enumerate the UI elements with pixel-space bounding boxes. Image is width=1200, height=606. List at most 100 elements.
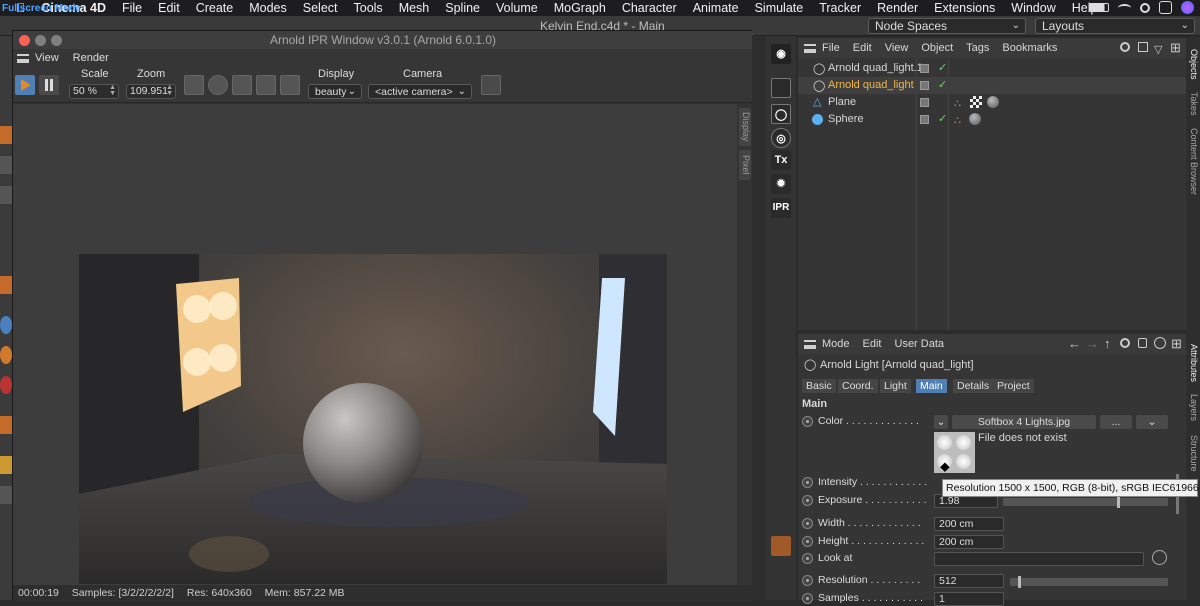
attr-menu-user-data[interactable]: User Data — [895, 338, 945, 350]
enabled-check-icon[interactable]: ✓ — [938, 77, 947, 94]
slider-handle[interactable] — [1117, 496, 1120, 508]
tool-icon[interactable] — [0, 316, 12, 334]
forward-arrow-icon[interactable]: → — [1086, 336, 1099, 351]
animate-dot-icon[interactable] — [802, 518, 813, 529]
look-at-link-field[interactable] — [934, 552, 1144, 566]
tab-main[interactable]: Main — [916, 379, 947, 393]
tab-content-browser[interactable]: Content Browser — [1187, 122, 1199, 202]
sky-globe-icon[interactable]: ◎ — [771, 128, 791, 148]
menu-tools[interactable]: Tools — [346, 1, 391, 15]
tool-icon[interactable] — [0, 186, 12, 204]
width-field[interactable]: 200 cm — [934, 517, 1004, 531]
animate-dot-icon[interactable] — [802, 593, 813, 604]
tool-icon[interactable] — [0, 376, 12, 394]
eraser-icon[interactable] — [280, 75, 300, 95]
resolution-field[interactable]: 512 — [934, 574, 1004, 588]
render-viewport[interactable] — [13, 104, 737, 585]
light-bulb-icon[interactable]: ◯ — [771, 104, 791, 124]
om-menu-bookmarks[interactable]: Bookmarks — [1002, 42, 1057, 54]
layer-box-icon[interactable] — [920, 115, 929, 124]
material-tag-icon[interactable] — [968, 112, 982, 126]
object-row[interactable]: ◯ Arnold quad_light ✓ — [798, 77, 1186, 94]
menu-create[interactable]: Create — [188, 1, 242, 15]
close-window-button[interactable] — [19, 35, 30, 46]
tab-structure[interactable]: Structure — [1187, 428, 1199, 478]
tab-coord[interactable]: Coord. — [838, 379, 878, 393]
wifi-icon[interactable] — [1118, 3, 1131, 12]
color-expand-button[interactable]: ⌄ — [934, 415, 948, 429]
gear-icon[interactable]: ✹ — [771, 174, 791, 194]
menu-modes[interactable]: Modes — [241, 1, 295, 15]
home-icon[interactable] — [1138, 42, 1148, 52]
enabled-check-icon[interactable]: ✓ — [938, 111, 947, 128]
add-icon[interactable]: ⊞ — [1170, 40, 1181, 56]
tool-icon[interactable] — [0, 416, 12, 434]
render-icon[interactable] — [771, 78, 791, 98]
up-arrow-icon[interactable]: ↑ — [1104, 336, 1111, 351]
hamburger-menu-icon[interactable] — [804, 44, 816, 53]
tab-display[interactable]: Display — [739, 108, 751, 146]
texture-options-button[interactable]: ⌄ — [1136, 415, 1168, 429]
battery-icon[interactable] — [1089, 3, 1109, 12]
tab-objects[interactable]: Objects — [1187, 42, 1199, 86]
camera-icon[interactable]: ◉ — [771, 44, 791, 64]
texture-file-button[interactable]: Softbox 4 Lights.jpg — [952, 415, 1096, 429]
checker-tag-icon[interactable] — [970, 96, 982, 108]
target-icon[interactable] — [1154, 337, 1166, 349]
tool-icon[interactable] — [0, 156, 12, 174]
zoom-field[interactable]: 109.951 ▲ ▼ — [126, 84, 176, 99]
tool-icon[interactable] — [0, 456, 12, 474]
om-menu-file[interactable]: File — [822, 42, 840, 54]
siri-icon[interactable] — [1181, 1, 1194, 14]
tool-icon[interactable] — [0, 486, 12, 504]
enabled-check-icon[interactable]: ✓ — [938, 60, 947, 77]
tab-details[interactable]: Details — [953, 379, 994, 393]
zoom-window-button[interactable] — [51, 35, 62, 46]
camera-dropdown[interactable]: <active camera> ⌄ — [368, 84, 472, 99]
tool-icon[interactable] — [0, 346, 12, 364]
display-dropdown[interactable]: beauty ⌄ — [308, 84, 362, 99]
menu-simulate[interactable]: Simulate — [747, 1, 812, 15]
hamburger-menu-icon[interactable] — [17, 54, 29, 63]
tab-light[interactable]: Light — [880, 379, 911, 393]
tab-pixel[interactable]: Pixel — [739, 150, 751, 180]
layer-box-icon[interactable] — [920, 64, 929, 73]
tab-layers[interactable]: Layers — [1187, 392, 1199, 424]
object-row[interactable]: ◯ Arnold quad_light.1 ✓ — [798, 60, 1186, 77]
stepper-arrows-icon[interactable]: ▲ ▼ — [166, 84, 173, 97]
hierarchy-icon[interactable] — [232, 75, 252, 95]
pause-render-button[interactable] — [39, 75, 59, 95]
display-region-icon[interactable] — [184, 75, 204, 95]
tab-takes[interactable]: Takes — [1187, 88, 1199, 120]
layouts-dropdown[interactable]: Layouts ⌄ — [1035, 18, 1195, 34]
resolution-slider[interactable] — [1010, 576, 1168, 588]
minimize-window-button[interactable] — [35, 35, 46, 46]
animate-dot-icon[interactable] — [802, 553, 813, 564]
om-menu-object[interactable]: Object — [921, 42, 953, 54]
phong-tag-icon[interactable]: ∴ — [954, 113, 961, 130]
om-menu-edit[interactable]: Edit — [853, 42, 872, 54]
play-render-button[interactable] — [15, 75, 35, 95]
menu-volume[interactable]: Volume — [488, 1, 546, 15]
film-icon[interactable] — [771, 536, 791, 556]
spotlight-search-icon[interactable] — [1140, 2, 1150, 13]
animate-dot-icon[interactable] — [802, 575, 813, 586]
layer-box-icon[interactable] — [920, 98, 929, 107]
animate-dot-icon[interactable] — [802, 416, 813, 427]
stepper-arrows-icon[interactable]: ▲ ▼ — [109, 84, 116, 97]
menu-mesh[interactable]: Mesh — [391, 1, 438, 15]
menu-extensions[interactable]: Extensions — [926, 1, 1003, 15]
animate-dot-icon[interactable] — [802, 536, 813, 547]
pick-target-icon[interactable] — [1152, 550, 1167, 565]
back-arrow-icon[interactable]: ← — [1068, 336, 1081, 351]
slider-handle[interactable] — [1018, 576, 1021, 588]
ipr-menu-render[interactable]: Render — [73, 52, 109, 64]
ipr-button[interactable]: IPR — [771, 198, 791, 218]
object-row[interactable]: △ Plane ∴ — [798, 94, 1186, 111]
search-icon[interactable] — [1120, 338, 1130, 348]
attr-menu-mode[interactable]: Mode — [822, 338, 850, 350]
hamburger-menu-icon[interactable] — [804, 340, 816, 349]
tab-basic[interactable]: Basic — [802, 379, 836, 393]
ipr-menu-view[interactable]: View — [35, 52, 59, 64]
attr-menu-edit[interactable]: Edit — [863, 338, 882, 350]
